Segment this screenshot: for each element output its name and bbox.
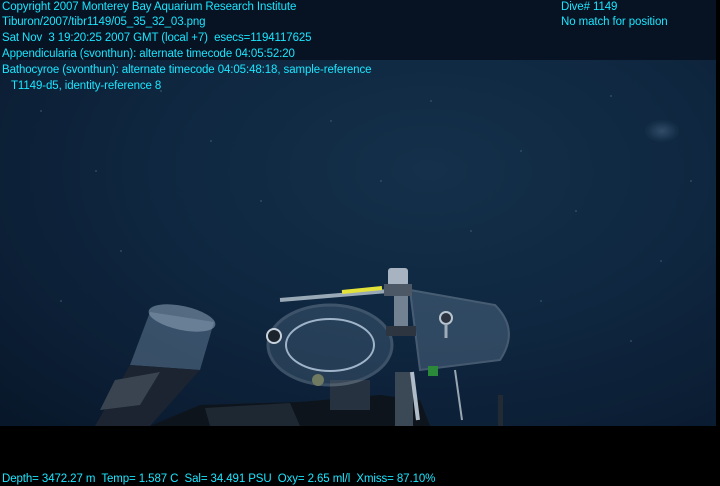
- datetime-text: Sat Nov 3 19:20:25 2007 GMT (local +7) e…: [2, 32, 312, 44]
- annotation-reference: T1149-d5, identity-reference 8: [11, 80, 162, 92]
- annotation-appendicularia: Appendicularia (svonthun): alternate tim…: [2, 48, 295, 60]
- dive-number-text: Dive# 1149: [561, 1, 618, 13]
- filename-text: Tiburon/2007/tibr1149/05_35_32_03.png: [2, 16, 206, 28]
- annotation-bathocyroe: Bathocyroe (svonthun): alternate timecod…: [2, 64, 372, 76]
- frame-right-border: [716, 0, 720, 426]
- copyright-text: Copyright 2007 Monterey Bay Aquarium Res…: [2, 1, 297, 13]
- sensor-readout-text: Depth= 3472.27 m Temp= 1.587 C Sal= 34.4…: [2, 473, 436, 485]
- position-status-text: No match for position: [561, 16, 668, 28]
- video-frame: Copyright 2007 Monterey Bay Aquarium Res…: [0, 0, 720, 486]
